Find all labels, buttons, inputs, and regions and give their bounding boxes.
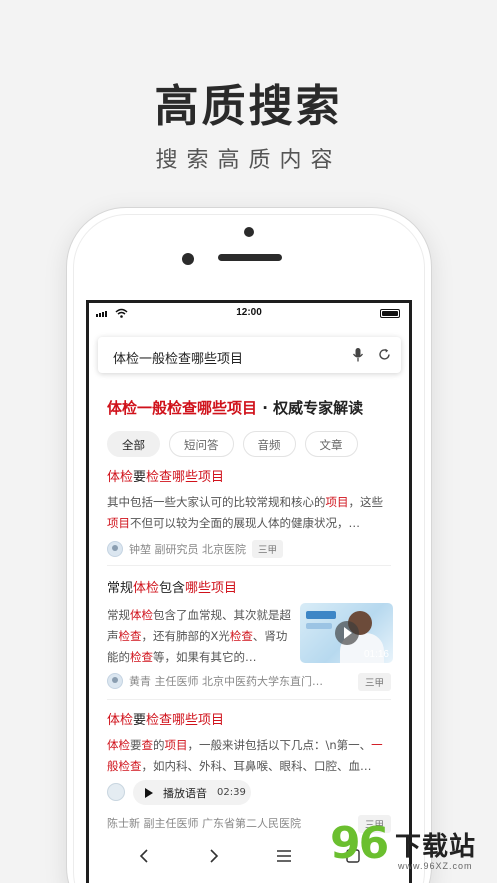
snippet-segment: ，一般来讲包括以下几点：\n第一、 — [187, 738, 372, 752]
result-2-title[interactable]: 常规体检包含哪些项目 — [107, 577, 237, 596]
snippet-segment: 体检 — [107, 738, 130, 752]
promo-headline: 高质搜索 — [154, 81, 343, 132]
avatar — [107, 541, 123, 557]
play-icon — [145, 787, 153, 798]
author-info: 钟堃 副研究员 北京医院 — [129, 543, 246, 556]
filter-tabs: 全部 短问答 音频 文章 — [107, 431, 367, 457]
tab-all[interactable]: 全部 — [107, 431, 160, 457]
back-icon[interactable] — [132, 844, 156, 868]
snippet-segment: ，还有肺部的X光 — [141, 629, 230, 643]
watermark-logo-number: 96 — [330, 818, 389, 869]
snippet-segment: 要 — [130, 738, 142, 752]
title-segment: 体检 — [133, 581, 160, 596]
tab-article[interactable]: 文章 — [304, 431, 358, 457]
snippet-segment: 常规 — [107, 608, 130, 622]
snippet-segment: 检查 — [130, 650, 153, 664]
video-thumbnail[interactable]: 01:16 — [300, 603, 393, 663]
watermark-url: www.96XZ.com — [398, 861, 473, 871]
title-segment: 常规 — [107, 581, 134, 596]
author-info: 陈士新 副主任医师 广东省第二人民医院 — [107, 817, 301, 830]
watermark-logo-text: 下载站 — [395, 832, 477, 862]
thumbnail-tag — [306, 611, 336, 619]
result-3-meta: 陈士新 副主任医师 广东省第二人民医院 — [107, 815, 301, 831]
title-segment: 检查哪些项目 — [146, 713, 225, 728]
thumbnail-caption — [306, 623, 332, 629]
result-heading[interactable]: 体检一般检查哪些项目 · 权威专家解读 — [107, 397, 363, 418]
title-segment: 体检 — [107, 713, 134, 728]
snippet-segment: 不但可以较为全面的展现人体的健康状况，… — [130, 516, 360, 530]
snippet-segment: 检查 — [118, 629, 142, 643]
play-voice-label: 播放语音 — [163, 786, 207, 800]
result-1-title[interactable]: 体检要检查哪些项目 — [107, 466, 224, 485]
divider — [107, 699, 391, 700]
tab-audio[interactable]: 音频 — [242, 431, 296, 457]
forward-icon[interactable] — [202, 844, 226, 868]
result-heading-suffix: · 权威专家解读 — [257, 399, 364, 417]
snippet-segment: ，如内科、外科、耳鼻喉、眼科、口腔、血… — [141, 759, 372, 773]
snippet-segment: 检查 — [229, 629, 253, 643]
title-segment: 要 — [133, 470, 147, 485]
snippet-segment: 项目 — [325, 495, 349, 509]
result-1-snippet: 其中包括一些大家认可的比较常规和核心的项目，这些项目不但可以较为全面的展现人体的… — [107, 492, 392, 534]
voice-duration: 02:39 — [217, 787, 246, 798]
result-3-snippet: 体检要查的项目，一般来讲包括以下几点：\n第一、一般检查，如内科、外科、耳鼻喉、… — [107, 735, 392, 777]
result-3-title[interactable]: 体检要检查哪些项目 — [107, 709, 224, 728]
status-time: 12:00 — [236, 307, 262, 318]
menu-icon[interactable] — [272, 844, 296, 868]
title-segment: 体检 — [107, 470, 134, 485]
snippet-segment: 的 — [153, 738, 165, 752]
earpiece-speaker — [218, 254, 282, 261]
title-segment: 包含 — [159, 581, 186, 596]
result-2-meta: 黄青 主任医师 北京中医药大学东直门… — [107, 673, 323, 689]
title-segment: 哪些项目 — [185, 581, 238, 596]
battery-icon — [380, 309, 400, 318]
title-segment: 要 — [133, 713, 147, 728]
title-segment: 检查哪些项目 — [146, 470, 225, 485]
avatar — [107, 783, 125, 801]
tab-short-qa[interactable]: 短问答 — [169, 431, 234, 457]
phone-screen: 12:00 体检一般检查哪些项目 体检一般检查哪些项目 · 权威专家解读 全部 … — [86, 300, 412, 883]
snippet-segment: 项目 — [107, 516, 130, 530]
status-bar: 12:00 — [89, 303, 409, 325]
result-2-snippet: 常规体检包含了血常规、其次就是超声检查，还有肺部的X光检查、肾功能的检查等，如果… — [107, 605, 295, 668]
search-bar[interactable]: 体检一般检查哪些项目 — [98, 337, 401, 373]
divider — [107, 565, 391, 566]
play-voice-button[interactable]: 播放语音 02:39 — [133, 780, 251, 805]
refresh-icon[interactable] — [378, 348, 391, 361]
play-icon[interactable] — [335, 621, 359, 645]
video-duration: 01:16 — [363, 649, 389, 660]
mic-icon[interactable] — [352, 347, 364, 363]
front-camera — [244, 227, 254, 237]
hospital-badge: 三甲 — [252, 540, 284, 558]
avatar — [107, 673, 123, 689]
author-info: 黄青 主任医师 北京中医药大学东直门… — [129, 675, 323, 688]
result-heading-highlight: 体检一般检查哪些项目 — [107, 399, 258, 417]
proximity-sensor — [182, 253, 194, 265]
snippet-segment: ，这些 — [348, 495, 384, 509]
hospital-badge: 三甲 — [357, 673, 391, 691]
snippet-segment: 查 — [141, 738, 154, 752]
snippet-segment: 等，如果有其它的… — [153, 650, 257, 664]
search-input[interactable]: 体检一般检查哪些项目 — [113, 348, 243, 367]
snippet-segment: 体检 — [130, 608, 153, 622]
promo-subhead: 搜索高质内容 — [155, 148, 342, 173]
snippet-segment: 项目 — [164, 738, 188, 752]
snippet-segment: 其中包括一些大家认可的比较常规和核心的 — [107, 495, 326, 509]
result-1-meta: 钟堃 副研究员 北京医院 三甲 — [107, 540, 284, 558]
